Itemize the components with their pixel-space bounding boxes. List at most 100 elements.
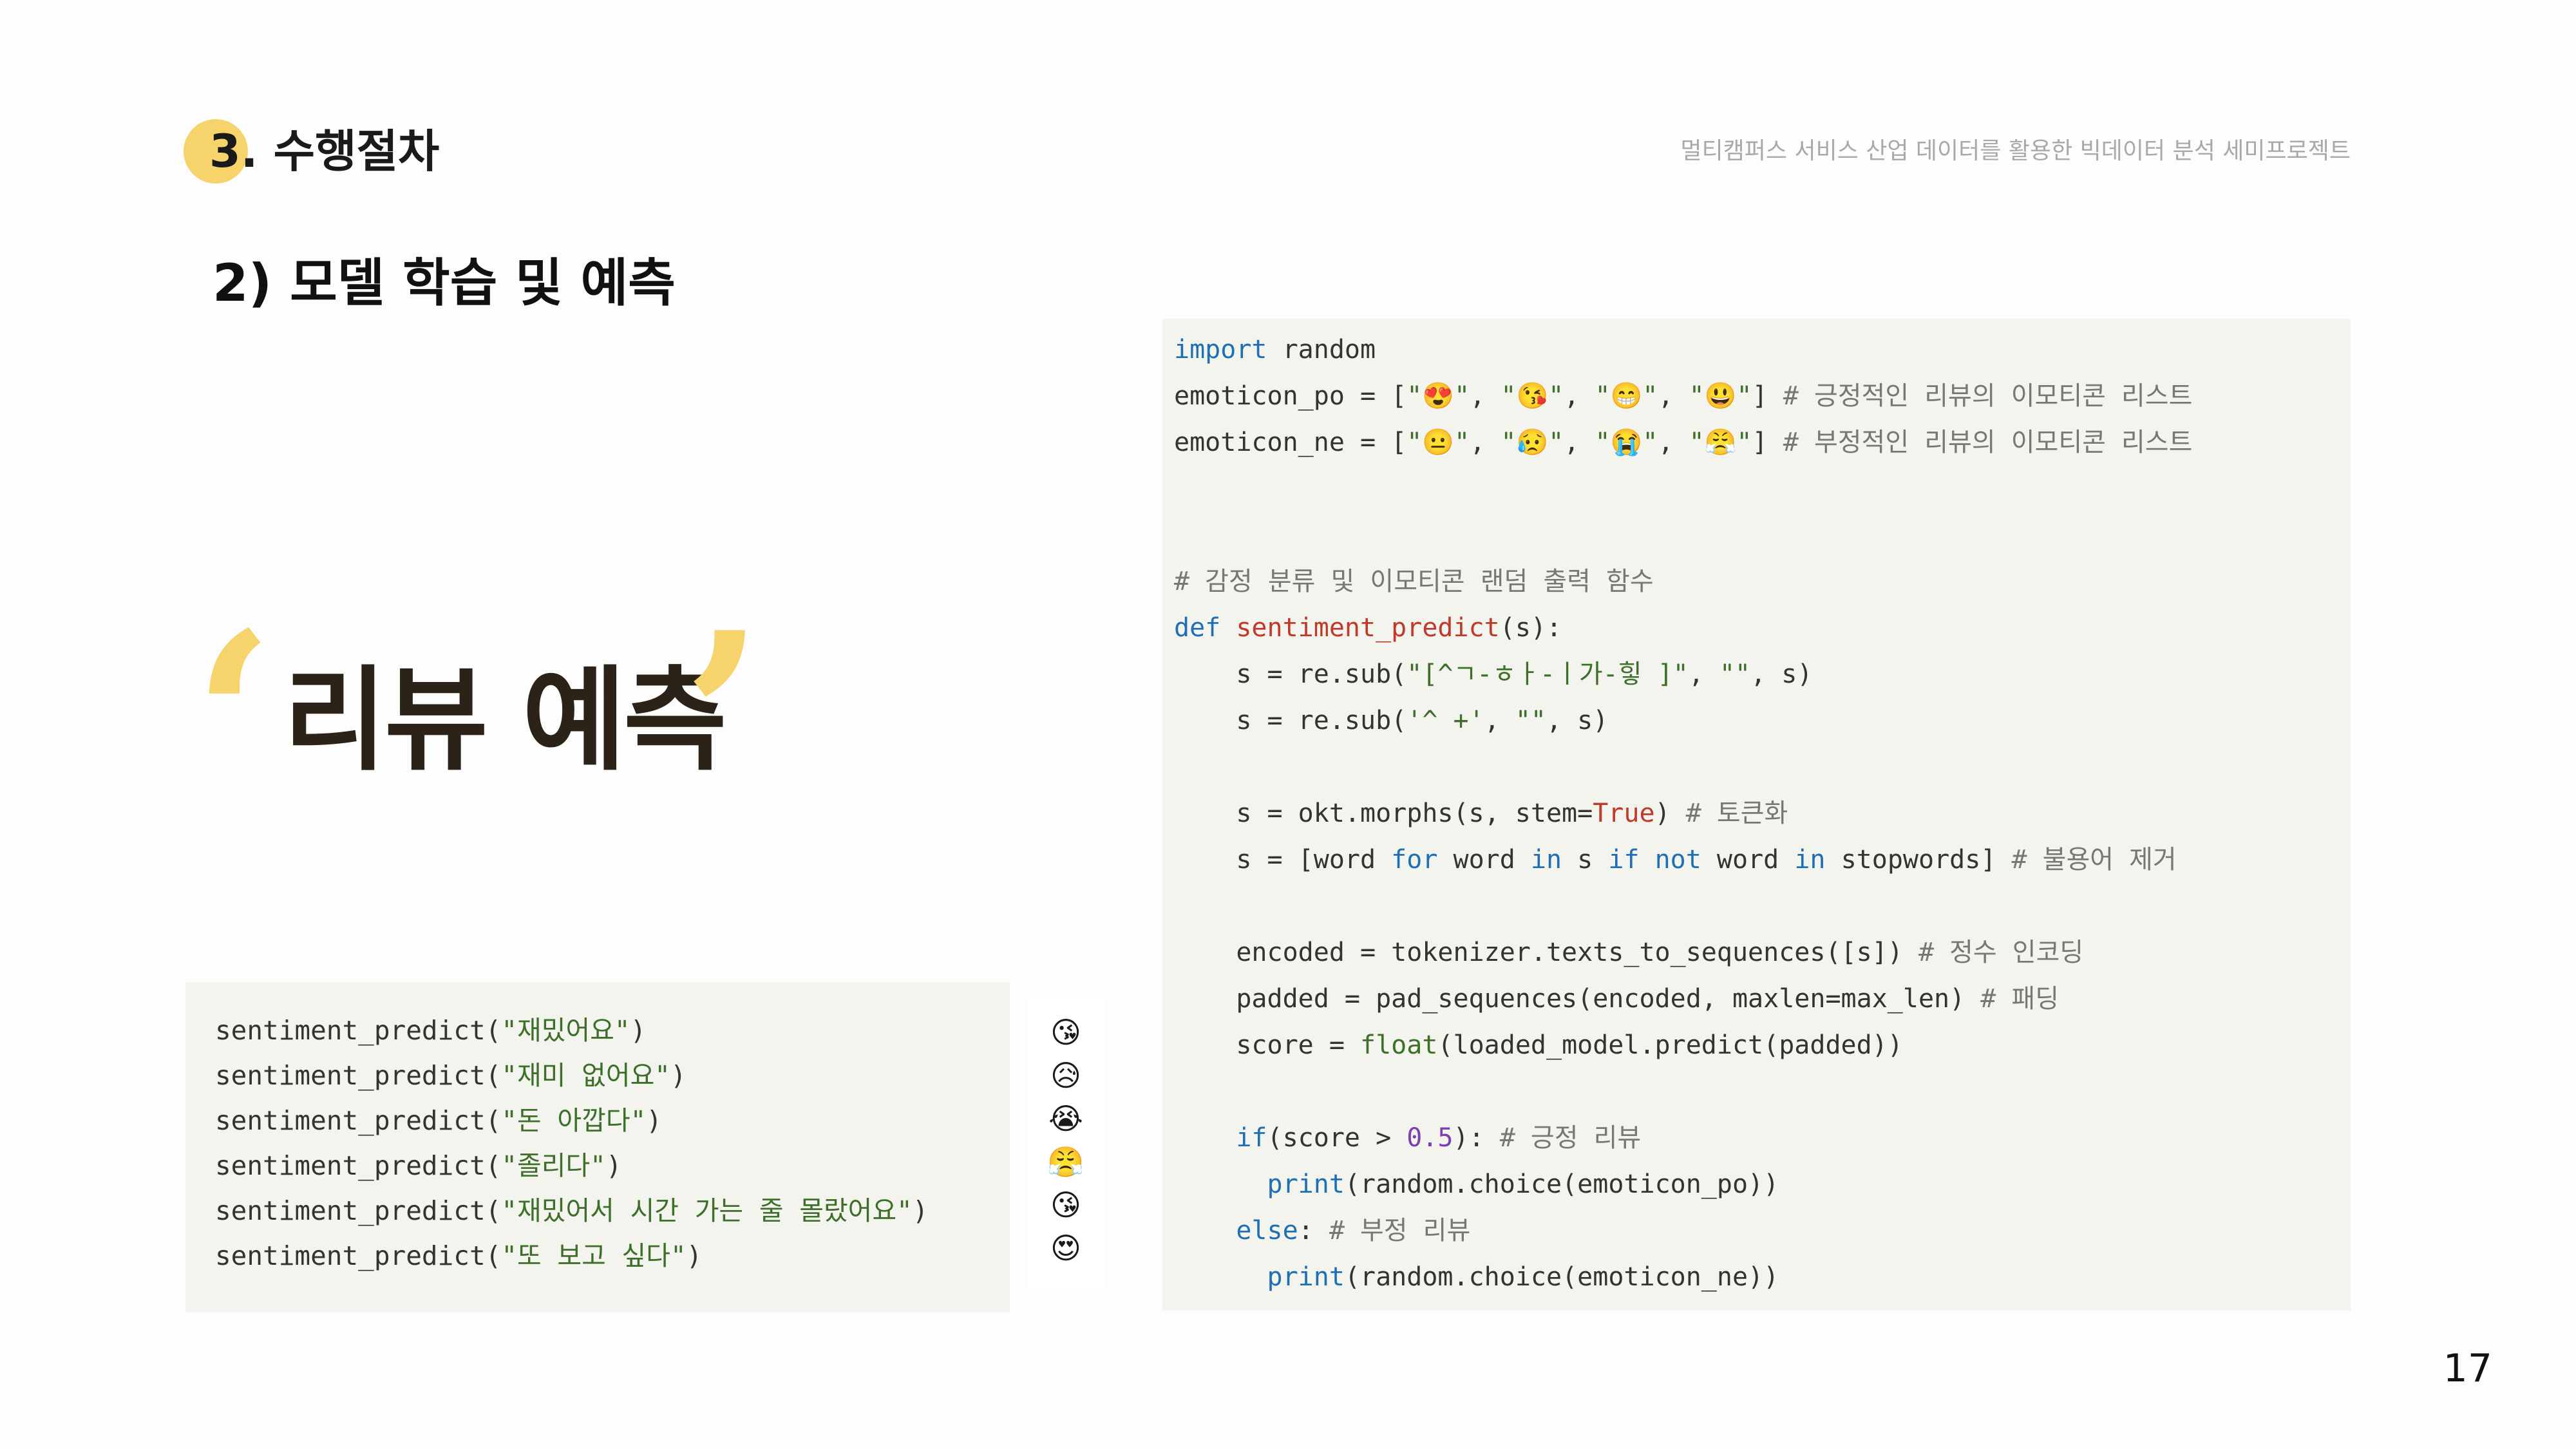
call-line: sentiment_predict("재밌어서 시간 가는 줄 몰랐어요") <box>215 1188 1010 1233</box>
call-function: sentiment_predict( <box>215 1240 502 1271</box>
code-token: print <box>1267 1262 1345 1292</box>
code-token: if <box>1236 1123 1267 1153</box>
call-function: sentiment_predict( <box>215 1195 502 1226</box>
code-token: (random.choice(emoticon_po)) <box>1344 1170 1779 1199</box>
code-token: , <box>1564 381 1595 411</box>
call-argument: "돈 아깝다" <box>501 1105 647 1136</box>
code-token: , <box>1470 381 1501 411</box>
code-line: def sentiment_predict(s): <box>1174 605 2351 651</box>
code-token: in <box>1530 845 1562 875</box>
code-token: s = re.sub( <box>1174 659 1407 689</box>
code-token: (s): <box>1499 613 1562 643</box>
code-token: s = [word <box>1174 845 1392 875</box>
code-token: "😐" <box>1406 428 1470 457</box>
output-emoji: 😥 <box>1050 1058 1081 1093</box>
code-token: True <box>1593 799 1655 828</box>
code-line: # 감정 분류 및 이모티콘 랜덤 출력 함수 <box>1174 558 2351 605</box>
call-function: sentiment_predict( <box>215 1105 502 1136</box>
code-token: in <box>1794 845 1826 875</box>
code-token: "😭" <box>1595 428 1658 457</box>
code-token: , <box>1564 428 1595 457</box>
code-token: for <box>1391 845 1438 875</box>
call-close: ) <box>646 1105 662 1136</box>
code-token: emoticon_po = [ <box>1174 381 1407 411</box>
code-token: "😘" <box>1501 381 1564 411</box>
code-token: (loaded_model.predict(padded)) <box>1437 1030 1903 1060</box>
code-token: "😁" <box>1595 381 1658 411</box>
code-token: # 토큰화 <box>1685 799 1788 828</box>
call-function: sentiment_predict( <box>215 1060 502 1091</box>
code-line: if(score > 0.5): # 긍정 리뷰 <box>1174 1115 2351 1161</box>
code-token: # 부정적인 리뷰의 이모티콘 리스트 <box>1783 428 2193 457</box>
prediction-calls-panel: sentiment_predict("재밌어요") sentiment_predi… <box>185 982 1010 1312</box>
code-token: # 불용어 제거 <box>2011 845 2177 875</box>
code-token: , <box>1658 381 1689 411</box>
slide-subtitle: 2) 모델 학습 및 예측 <box>213 253 676 313</box>
code-token: "😃" <box>1689 381 1752 411</box>
code-token: "" <box>1719 659 1751 689</box>
call-close: ) <box>670 1060 687 1091</box>
code-token: "[^ㄱ-ㅎㅏ-ㅣ가-힣 ]" <box>1406 659 1689 689</box>
code-token: ] <box>1752 428 1783 457</box>
code-line: padded = pad_sequences(encoded, maxlen=m… <box>1174 976 2351 1022</box>
code-token: , <box>1470 428 1501 457</box>
code-token: : <box>1298 1216 1329 1245</box>
code-token: '^ +' <box>1406 706 1484 735</box>
call-argument: "재밌어서 시간 가는 줄 몰랐어요" <box>501 1195 913 1226</box>
call-line: sentiment_predict("또 보고 싶다") <box>215 1233 1010 1278</box>
code-token: 0.5 <box>1406 1123 1454 1153</box>
code-token: padded = pad_sequences(encoded, maxlen=m… <box>1174 984 1981 1014</box>
call-function: sentiment_predict( <box>215 1015 502 1046</box>
call-line: sentiment_predict("재미 없어요") <box>215 1053 1010 1098</box>
code-line: s = [word for word in s if not word in s… <box>1174 837 2351 883</box>
call-close: ) <box>686 1240 703 1271</box>
code-token: def <box>1174 613 1221 643</box>
code-token: print <box>1267 1170 1345 1199</box>
code-line: s = okt.morphs(s, stem=True) # 토큰화 <box>1174 790 2351 837</box>
code-line: s = re.sub('^ +', "", s) <box>1174 697 2351 744</box>
code-line: print(random.choice(emoticon_ne)) <box>1174 1254 2351 1300</box>
code-token: if not <box>1608 845 1701 875</box>
code-token: # 긍정적인 리뷰의 이모티콘 리스트 <box>1783 381 2193 411</box>
output-emoji: 😍 <box>1050 1231 1081 1265</box>
code-token: stopwords] <box>1825 845 2012 875</box>
project-title: 멀티캠퍼스 서비스 산업 데이터를 활용한 빅데이터 분석 세미프로젝트 <box>1680 138 2351 164</box>
code-token: "😥" <box>1501 428 1564 457</box>
code-token: , <box>1658 428 1689 457</box>
code-token: s = re.sub( <box>1174 706 1407 735</box>
close-quote-icon: ’ <box>683 582 764 854</box>
call-close: ) <box>605 1150 622 1181</box>
call-function: sentiment_predict( <box>215 1150 502 1181</box>
code-token: word <box>1701 845 1795 875</box>
code-token: , s) <box>1546 706 1609 735</box>
code-line: else: # 부정 리뷰 <box>1174 1208 2351 1254</box>
call-argument: "재미 없어요" <box>501 1060 670 1091</box>
code-token: , <box>1484 706 1515 735</box>
output-emoji: 😘 <box>1050 1015 1081 1050</box>
call-argument: "또 보고 싶다" <box>501 1240 687 1271</box>
code-line: encoded = tokenizer.texts_to_sequences([… <box>1174 929 2351 976</box>
call-line: sentiment_predict("돈 아깝다") <box>215 1098 1010 1143</box>
code-line: import random <box>1174 327 2351 373</box>
code-token: encoded = tokenizer.texts_to_sequences([… <box>1174 938 1918 967</box>
code-token: # 긍정 리뷰 <box>1499 1123 1642 1153</box>
code-line: s = re.sub("[^ㄱ-ㅎㅏ-ㅣ가-힣 ]", "", s) <box>1174 651 2351 697</box>
code-token: "" <box>1515 706 1546 735</box>
code-block: import random emoticon_po = ["😍", "😘", "😁… <box>1162 319 2351 1311</box>
call-argument: "졸리다" <box>501 1150 606 1181</box>
call-close: ) <box>912 1195 929 1226</box>
slide-heading: 리뷰 예측 <box>283 656 727 786</box>
code-token: , <box>1688 659 1719 689</box>
code-token: , s) <box>1750 659 1813 689</box>
call-argument: "재밌어요" <box>501 1015 630 1046</box>
code-token: # 정수 인코딩 <box>1918 938 2084 967</box>
open-quote-icon: ‘ <box>193 582 274 854</box>
code-token: # 부정 리뷰 <box>1329 1216 1471 1245</box>
code-token: random <box>1267 335 1376 365</box>
